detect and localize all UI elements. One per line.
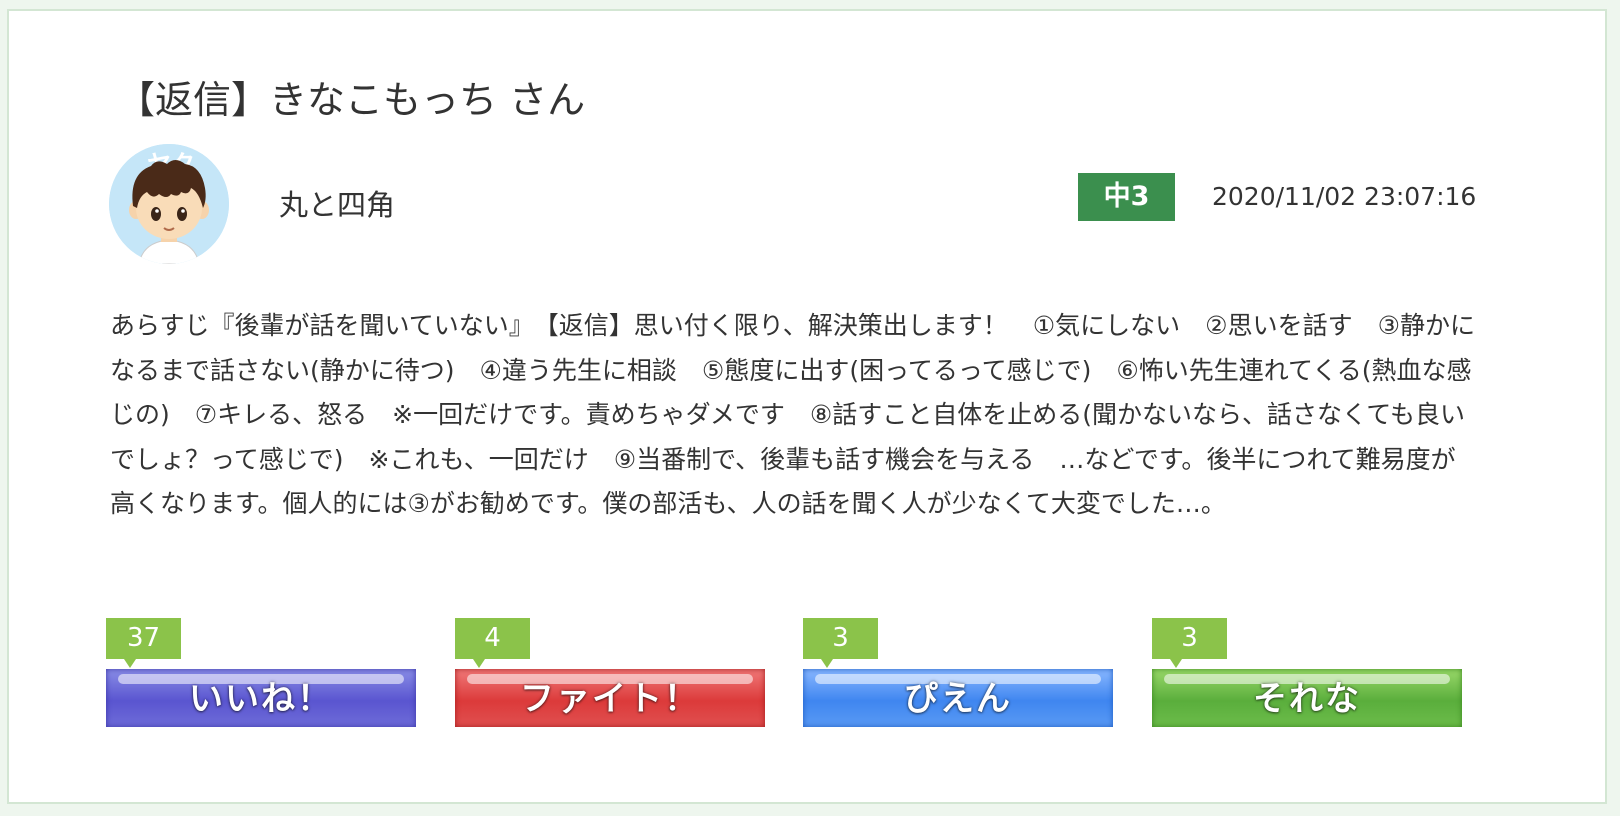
pien-button[interactable]: ぴえん <box>803 669 1113 727</box>
boy-avatar-icon: ヤク <box>109 144 229 264</box>
post-card: 【返信】きなこもっち さん ヤク 丸と四角 中3 2020/11/02 <box>7 9 1607 804</box>
like-button-label: いいね！ <box>189 679 333 719</box>
sorena-count: 3 <box>1152 618 1227 668</box>
pien-button-label: ぴえん <box>904 679 1012 719</box>
reaction-fight: 4 ファイト！ <box>455 618 765 728</box>
author-name[interactable]: 丸と四角 <box>279 187 395 223</box>
fight-count: 4 <box>455 618 530 668</box>
post-body: あらすじ『後輩が話を聞いていない』 【返信】思い付く限り、解決策出します！ ①気… <box>110 311 1475 519</box>
author-avatar: ヤク <box>109 144 229 264</box>
post-title: 【返信】きなこもっち さん <box>117 78 586 122</box>
fight-button-label: ファイト！ <box>520 679 700 719</box>
grade-badge: 中3 <box>1078 173 1175 221</box>
reaction-pien: 3 ぴえん <box>803 618 1113 728</box>
sorena-button-label: それな <box>1253 679 1361 719</box>
post-timestamp: 2020/11/02 23:07:16 <box>1212 182 1477 211</box>
sorena-button[interactable]: それな <box>1152 669 1462 727</box>
like-count: 37 <box>106 618 181 668</box>
fight-button[interactable]: ファイト！ <box>455 669 765 727</box>
reaction-sorena: 3 それな <box>1152 618 1462 728</box>
pien-count: 3 <box>803 618 878 668</box>
reaction-like: 37 いいね！ <box>106 618 416 728</box>
like-button[interactable]: いいね！ <box>106 669 416 727</box>
